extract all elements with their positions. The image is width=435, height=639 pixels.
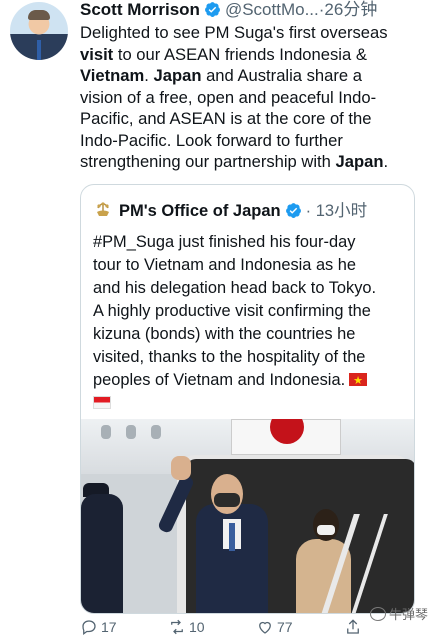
quoted-line: #PM_Suga just finished his four-day — [93, 233, 356, 251]
reply-count: 17 — [101, 619, 117, 635]
quoted-author-name[interactable]: PM's Office of Japan — [119, 202, 281, 220]
watermark-text: 牛弹琴 — [389, 607, 429, 622]
retweet-icon — [171, 619, 183, 635]
reply-button[interactable]: 17 — [80, 618, 117, 636]
quoted-line: tour to Vietnam and Indonesia as he — [93, 256, 357, 274]
quoted-tweet-text: #PM_Suga just finished his four-day tour… — [93, 231, 411, 415]
tweet-line: strengthening our partnership with Japan… — [80, 152, 389, 171]
tweet-line: visit to our ASEAN friends Indonesia & — [80, 44, 367, 64]
quoted-line: and his delegation head back to Tokyo. — [93, 279, 377, 297]
watermark: 牛弹琴 — [370, 604, 428, 623]
avatar-tie — [37, 40, 41, 60]
quoted-separator: · — [305, 202, 312, 220]
quoted-line: kizuna (bonds) with the countries he — [93, 325, 356, 343]
tweet-line: vision of a free, open and peaceful Indo… — [80, 87, 377, 107]
plane-window — [151, 425, 161, 439]
plane-window — [126, 425, 136, 439]
man-mask — [214, 493, 240, 507]
share-icon — [347, 619, 359, 634]
vietnam-flag-icon — [349, 370, 368, 393]
quoted-line-flag — [93, 392, 411, 415]
like-button[interactable]: 77 — [256, 618, 293, 636]
avatar-hair — [28, 10, 50, 20]
waving-hand — [171, 456, 191, 480]
verified-icon — [205, 2, 220, 17]
tweet-line: Pacific, and ASEAN is at the core of the — [80, 109, 372, 128]
quoted-line: A highly productive visit confirming the — [93, 302, 371, 320]
japan-emblem-icon — [97, 202, 109, 216]
japan-flag — [231, 419, 341, 455]
like-count: 77 — [277, 619, 293, 635]
guard-figure — [81, 494, 123, 613]
tweet-header: Scott Morrison @ScottMo...·26分钟 — [80, 0, 430, 22]
retweet-count: 10 — [189, 619, 205, 635]
tweet-line: Vietnam. Japan and Australia share a — [80, 66, 362, 85]
author-handle[interactable]: @ScottMo... — [225, 0, 319, 19]
woman-mask — [317, 525, 335, 535]
plane-window — [101, 425, 111, 439]
quoted-tweet-time[interactable]: 13小时 — [316, 202, 367, 220]
tweet-actions: 17 10 77 — [80, 616, 420, 638]
tweet-line: Indo-Pacific. Look forward to further — [80, 130, 343, 150]
retweet-button[interactable]: 10 — [168, 618, 205, 636]
quoted-tweet-header: PM's Office of Japan · 13小时 — [93, 200, 367, 222]
author-avatar[interactable] — [10, 2, 68, 60]
tweet-time[interactable]: 26分钟 — [324, 0, 377, 19]
quoted-line: visited, thanks to the hospitality of th… — [93, 348, 366, 366]
man-tie — [229, 523, 235, 551]
share-button[interactable] — [344, 618, 362, 636]
tweet-line: Delighted to see PM Suga's first oversea… — [80, 23, 388, 42]
reply-icon — [82, 620, 96, 636]
like-icon — [259, 621, 271, 634]
quoted-tweet[interactable]: PM's Office of Japan · 13小时 #PM_Suga just… — [80, 184, 415, 614]
tweet-text: Delighted to see PM Suga's first oversea… — [80, 22, 425, 173]
wechat-icon — [370, 606, 386, 621]
indonesia-flag-icon — [93, 396, 111, 409]
author-name[interactable]: Scott Morrison — [80, 0, 200, 19]
quoted-photo[interactable] — [81, 419, 414, 613]
verified-icon — [285, 203, 301, 218]
quoted-line-last: peoples of Vietnam and Indonesia. — [93, 369, 411, 393]
